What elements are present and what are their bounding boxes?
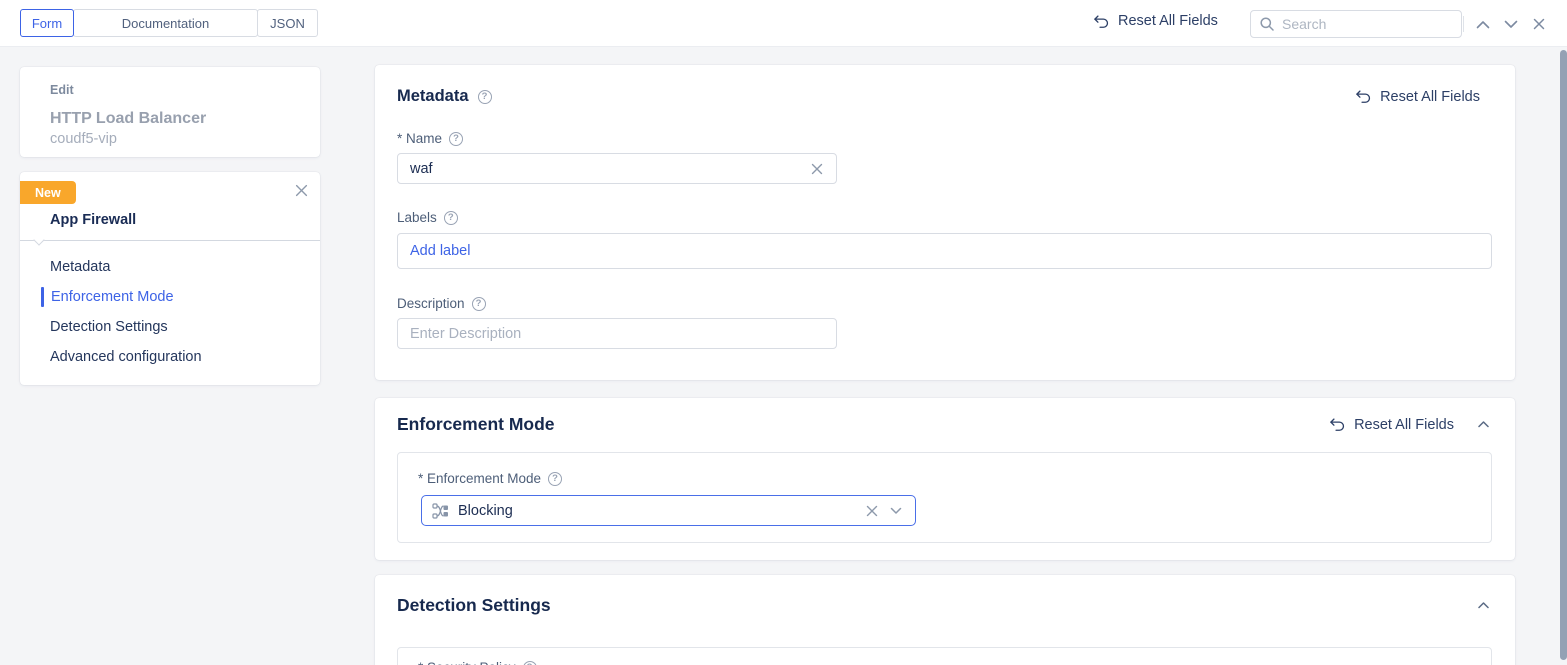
collapse-section-button[interactable] — [1476, 419, 1491, 430]
detection-field-group: * Security Policy — [397, 647, 1492, 665]
nav-card-title: App Firewall — [50, 212, 136, 228]
search-prev-button[interactable] — [1474, 15, 1492, 33]
metadata-reset-button[interactable]: Reset All Fields — [1355, 89, 1480, 105]
reset-label: Reset All Fields — [1118, 13, 1218, 29]
enforcement-selected-value: Blocking — [458, 503, 863, 519]
help-icon[interactable] — [548, 472, 562, 486]
context-subtitle: coudf5-vip — [50, 131, 304, 147]
labels-field-label: Labels — [397, 210, 458, 225]
tab-json[interactable]: JSON — [257, 9, 318, 37]
section-nav-list: Metadata Enforcement Mode Detection Sett… — [20, 252, 320, 372]
top-toolbar: Form Documentation JSON Reset All Fields — [0, 0, 1567, 47]
enforcement-field-group: * Enforcement Mode Blocking — [397, 452, 1492, 543]
name-input[interactable] — [410, 161, 808, 177]
metadata-section: Metadata Reset All Fields * Name — [375, 65, 1515, 380]
metadata-section-title: Metadata — [397, 87, 469, 106]
reset-icon — [1093, 14, 1110, 29]
help-icon[interactable] — [472, 297, 486, 311]
sidebar-item-metadata[interactable]: Metadata — [20, 252, 320, 282]
detection-settings-section: Detection Settings * Security Policy — [375, 575, 1515, 665]
detection-section-title: Detection Settings — [397, 595, 551, 616]
enforcement-mode-section: Enforcement Mode Reset All Fields — [375, 398, 1515, 560]
sidebar-item-advanced-configuration[interactable]: Advanced configuration — [20, 342, 320, 372]
reset-label: Reset All Fields — [1380, 89, 1480, 105]
security-policy-field-label: * Security Policy — [418, 660, 537, 665]
context-card: Edit HTTP Load Balancer coudf5-vip — [20, 67, 320, 157]
description-field — [397, 318, 837, 349]
context-kicker: Edit — [50, 83, 304, 97]
sidebar-item-enforcement-mode[interactable]: Enforcement Mode — [20, 282, 320, 312]
chevron-down-notch — [33, 234, 44, 245]
name-field — [397, 153, 837, 184]
page-body: Edit HTTP Load Balancer coudf5-vip New A… — [0, 47, 1567, 665]
reset-label: Reset All Fields — [1354, 417, 1454, 433]
search-close-button[interactable] — [1530, 15, 1548, 33]
enforcement-section-title: Enforcement Mode — [397, 414, 555, 435]
view-tab-group: Form Documentation JSON — [21, 9, 318, 37]
search-box[interactable] — [1250, 10, 1462, 38]
separator — [1463, 16, 1464, 32]
scrollbar-thumb[interactable] — [1560, 50, 1567, 660]
enforcement-field-label: * Enforcement Mode — [418, 471, 562, 486]
tab-form[interactable]: Form — [20, 9, 74, 37]
name-field-label: * Name — [397, 131, 463, 146]
search-next-button[interactable] — [1502, 15, 1520, 33]
clear-icon[interactable] — [863, 502, 881, 520]
close-icon[interactable] — [292, 181, 310, 199]
sidebar-item-detection-settings[interactable]: Detection Settings — [20, 312, 320, 342]
search-tools — [1463, 10, 1548, 38]
clear-icon[interactable] — [808, 160, 826, 178]
divider — [20, 240, 320, 241]
vertical-scrollbar[interactable] — [1559, 47, 1567, 665]
tab-documentation[interactable]: Documentation — [73, 9, 258, 37]
labels-field: Add label — [397, 233, 1492, 269]
help-icon[interactable] — [449, 132, 463, 146]
description-field-label: Description — [397, 296, 486, 311]
reset-icon — [1329, 417, 1346, 432]
selector-branch-icon — [432, 503, 449, 519]
description-input[interactable] — [410, 326, 826, 342]
help-icon[interactable] — [478, 90, 492, 104]
chevron-down-icon[interactable] — [887, 502, 905, 520]
enforcement-mode-select[interactable]: Blocking — [421, 495, 916, 526]
context-title: HTTP Load Balancer — [50, 110, 304, 128]
enforcement-reset-button[interactable]: Reset All Fields — [1329, 417, 1454, 433]
reset-all-fields-button[interactable]: Reset All Fields — [1093, 13, 1218, 29]
help-icon[interactable] — [444, 211, 458, 225]
reset-icon — [1355, 89, 1372, 104]
help-icon[interactable] — [523, 661, 537, 665]
new-badge: New — [20, 181, 76, 204]
collapse-section-button[interactable] — [1476, 600, 1491, 611]
search-icon — [1259, 16, 1275, 32]
section-nav-card: New App Firewall Metadata Enforcement Mo… — [20, 172, 320, 385]
add-label-button[interactable]: Add label — [410, 243, 470, 259]
search-input[interactable] — [1282, 16, 1453, 32]
